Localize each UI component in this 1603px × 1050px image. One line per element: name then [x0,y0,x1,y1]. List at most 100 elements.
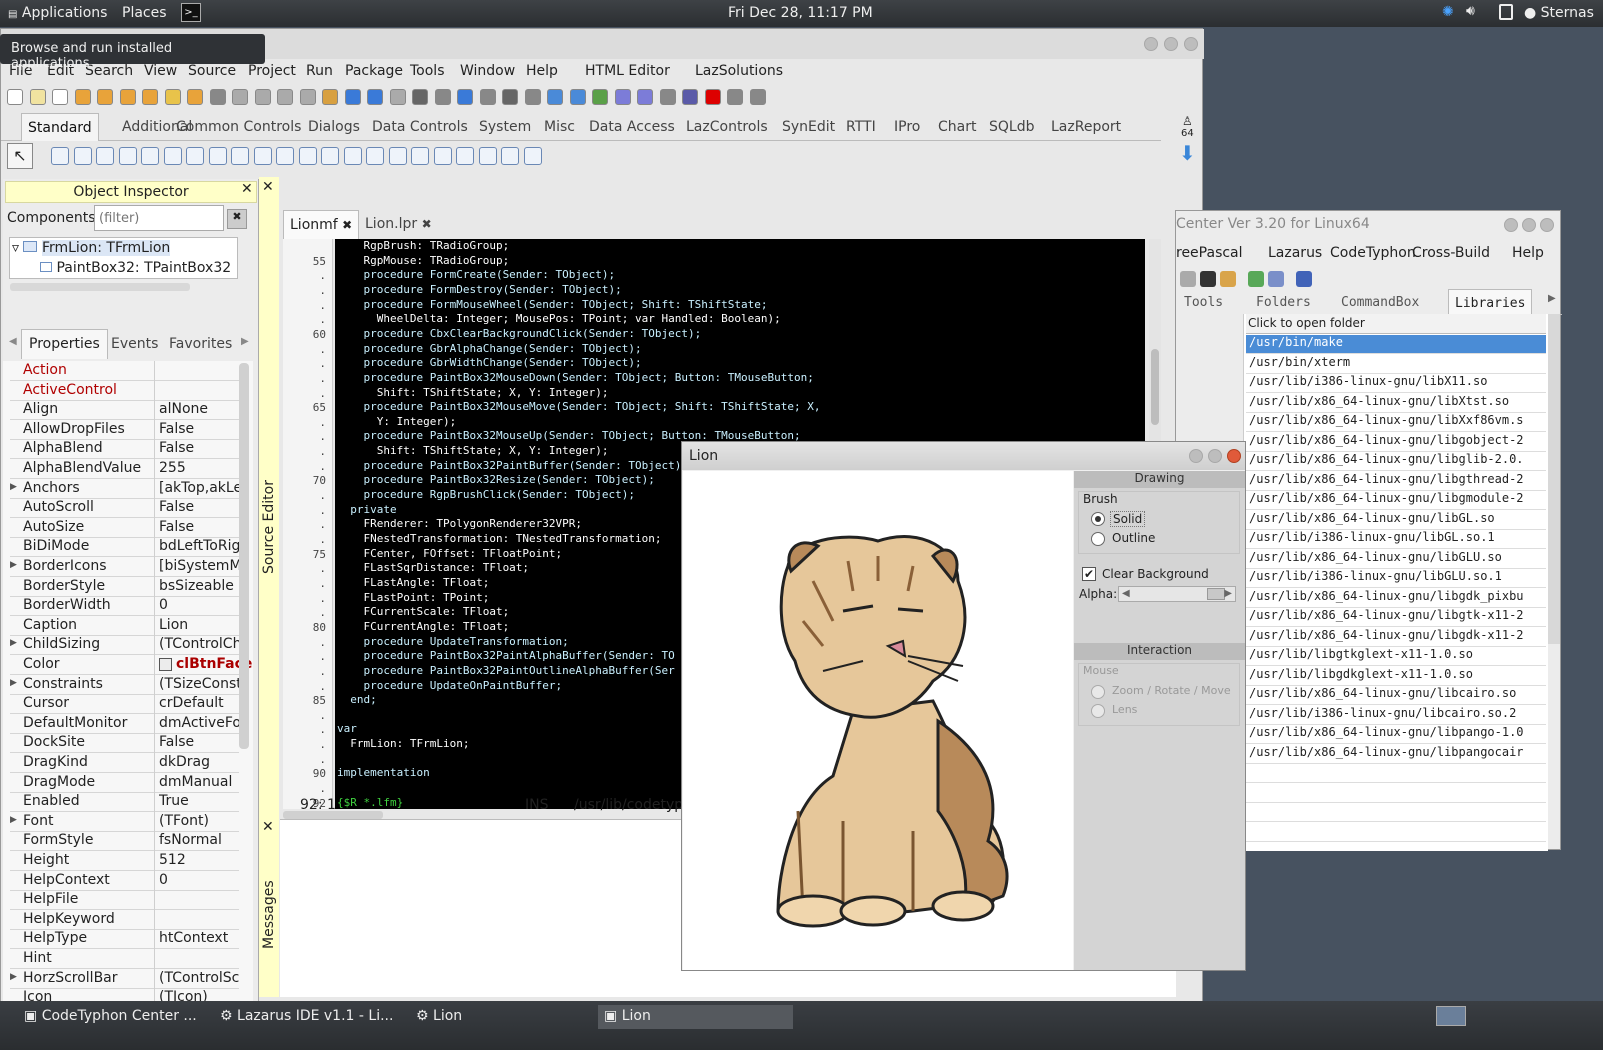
toolbar-icon[interactable] [209,89,226,105]
toolbar-icon[interactable] [164,89,181,105]
toolbar-icon[interactable] [52,89,68,105]
property-value[interactable]: htContext [159,930,239,946]
lens-radio[interactable] [1091,704,1105,718]
menu-window[interactable]: Window [460,63,515,79]
component-tab-data-controls[interactable]: Data Controls [372,119,468,135]
ctc-menu-item[interactable]: Cross-Build [1412,245,1490,261]
arrow-down-icon[interactable]: ⬇ [1179,141,1201,165]
property-value[interactable]: [akTop,akLeft [159,480,239,496]
property-row[interactable]: HelpContext 0 [10,870,239,891]
component-tab-synedit[interactable]: SynEdit [782,119,835,135]
library-row[interactable]: /usr/lib/x86_64-linux-gnu/libXxf86vm.s [1246,413,1546,432]
clear-background-checkbox[interactable]: ✔ [1082,567,1096,581]
property-row[interactable]: AllowDropFiles False [10,419,239,440]
toolbar-icon[interactable] [367,89,383,105]
ctc-tab-commandbox[interactable]: CommandBox [1341,295,1419,310]
ctc-menu-item[interactable]: CodeTyphon [1330,245,1416,261]
property-row[interactable]: Enabled True [10,792,239,813]
expand-icon[interactable]: ▶ [10,678,17,688]
palette-component-icon[interactable] [298,147,317,165]
toolbar-icon[interactable] [479,89,496,105]
palette-component-icon[interactable] [73,147,92,165]
palette-component-icon[interactable] [411,147,429,165]
property-row[interactable]: Cursor crDefault [10,694,239,715]
property-value[interactable]: dmManual [159,774,239,790]
tab-close-icon[interactable]: ✖ [342,218,352,232]
tab-close-icon[interactable]: ✖ [422,217,432,231]
terminal-icon[interactable]: >_ [181,3,201,22]
user-menu[interactable]: ● Sternas [1524,5,1594,21]
property-row[interactable]: Color clBtnFace [10,655,252,675]
palette-64-badge[interactable]: ♙ 64 [1181,114,1194,139]
property-row[interactable]: Height 512 [10,851,239,871]
alpha-scrollbar[interactable]: ◀ ▶ [1118,586,1236,602]
property-value[interactable]: fsNormal [159,832,239,848]
maximize-button[interactable] [1164,37,1178,51]
applications-menu[interactable]: ▤ Applications [8,5,107,21]
component-tab-misc[interactable]: Misc [544,119,575,135]
tab-right-icon[interactable]: ▶ [241,336,249,347]
clock[interactable]: Fri Dec 28, 11:17 PM [728,5,873,21]
menu-tools[interactable]: Tools [410,63,445,79]
ctc-minimize-button[interactable] [1504,218,1518,232]
tab-events[interactable]: Events [111,336,158,352]
task-lion[interactable]: ⚙ Lion [410,1005,468,1029]
network-icon[interactable]: ✺ [1442,4,1454,20]
property-row[interactable]: HelpType htContext [10,929,239,950]
palette-component-icon[interactable] [118,147,137,165]
property-row[interactable]: ▶ Font (TFont) [10,811,239,832]
toolbar-icon[interactable] [524,89,541,105]
property-value[interactable]: False [159,519,239,535]
toolbar-icon[interactable] [97,89,113,105]
toolbar-icon[interactable] [7,89,23,105]
property-row[interactable]: ▶ HorzScrollBar (TControlScr [10,968,239,989]
toolbar-icon[interactable] [344,89,361,105]
toolbar-icon[interactable] [547,89,563,105]
minimize-button[interactable] [1144,37,1158,51]
component-tab-system[interactable]: System [479,119,531,135]
tree-node-paintbox[interactable]: PaintBox32: TPaintBox32 [40,260,231,276]
palette-component-icon[interactable] [163,147,182,165]
palette-component-icon[interactable] [433,147,452,165]
component-tab-lazreport[interactable]: LazReport [1051,119,1121,135]
property-row[interactable]: DockSite False [10,733,239,754]
palette-component-icon[interactable] [366,147,384,165]
palette-component-icon[interactable] [276,147,294,165]
editor-tab-lion-lpr[interactable]: Lion.lpr ✖ [365,216,432,232]
component-tab-dialogs[interactable]: Dialogs [308,119,360,135]
property-value[interactable]: (TControlChi [159,636,239,652]
toolbar-icon[interactable] [119,89,136,105]
ctc-vscrollbar[interactable] [1548,314,1560,644]
menu-lazsolutions[interactable]: LazSolutions [695,63,783,79]
library-row[interactable]: /usr/lib/x86_64-linux-gnu/libgmodule-2 [1246,491,1546,510]
volume-icon[interactable]: 🔊︎ [1466,3,1475,19]
close-button[interactable] [1184,37,1198,51]
lion-close-button[interactable] [1227,449,1241,463]
property-value[interactable]: (TControlScr [159,970,239,986]
library-row[interactable]: /usr/lib/x86_64-linux-gnu/libcairo.so [1246,686,1546,705]
palette-component-icon[interactable] [456,147,474,165]
library-row[interactable]: /usr/lib/x86_64-linux-gnu/libXtst.so [1246,394,1546,413]
property-row[interactable]: Caption Lion [10,615,239,636]
menu-source[interactable]: Source [188,63,236,79]
property-value[interactable]: dkDrag [159,754,239,770]
places-menu[interactable]: Places [122,5,167,21]
property-row[interactable]: Align alNone [10,400,239,421]
property-value[interactable]: alNone [159,401,239,417]
ctc-menu-item[interactable]: Lazarus [1268,245,1322,261]
property-row[interactable]: AutoSize False [10,517,239,538]
zoom-radio[interactable] [1091,685,1105,699]
toolbar-icon[interactable] [659,89,676,105]
ctc-menu-item[interactable]: Help [1512,245,1544,261]
ctc-terminal-icon[interactable] [1200,271,1216,287]
tab-left-icon[interactable]: ◀ [9,336,17,347]
property-value[interactable]: 255 [159,460,239,476]
property-value[interactable]: 0 [159,597,239,613]
messages-close-icon[interactable]: ✕ [262,819,274,835]
property-value[interactable]: (TFont) [159,813,239,829]
library-row[interactable]: /usr/lib/x86_64-linux-gnu/libglib-2.0. [1246,452,1546,471]
menu-search[interactable]: Search [85,63,133,79]
palette-component-icon[interactable] [51,147,69,165]
component-tab-ipro[interactable]: IPro [894,119,920,135]
toolbar-icon[interactable] [682,89,698,105]
